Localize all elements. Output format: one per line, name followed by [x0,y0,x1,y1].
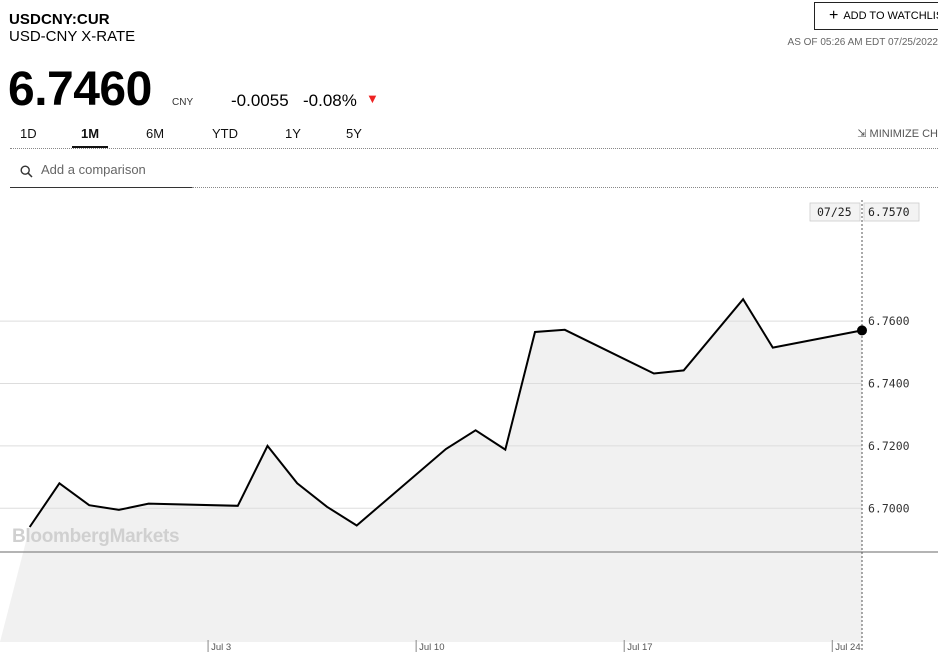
tab-label: 1Y [285,126,301,141]
add-to-watchlist-label: ADD TO WATCHLIS [843,10,938,22]
tab-5y[interactable]: 5Y [337,124,371,148]
tab-6m[interactable]: 6M [137,124,173,148]
comparison-divider [192,187,938,188]
down-triangle-icon: ▼ [366,91,379,106]
tab-1y[interactable]: 1Y [276,124,310,148]
tab-1d[interactable]: 1D [11,124,46,148]
tab-1m[interactable]: 1M [72,124,109,148]
add-to-watchlist-button[interactable]: + ADD TO WATCHLIS [814,2,938,30]
x-tick-label: Jul 10 [419,642,444,653]
tab-ytd[interactable]: YTD [203,124,247,148]
cursor-marker [857,325,867,336]
tab-label: YTD [212,126,238,141]
ticker-symbol: USDCNY:CUR [9,11,110,28]
price-change: -0.0055 [231,91,289,110]
tab-label: 1D [20,126,37,141]
comparison-input[interactable] [41,162,181,177]
minimize-chart-button[interactable]: ⇲ MINIMIZE CH [857,124,938,144]
tab-label: 1M [81,126,100,141]
price-unit: CNY [172,97,194,108]
y-tick-label: 6.7600 [868,314,910,328]
plus-icon: + [829,7,839,24]
comparison-search[interactable] [10,152,192,188]
price-change-percent: -0.08% [303,91,357,110]
x-tick-label: Jul 3 [211,642,231,653]
search-icon [20,165,33,178]
y-tick-label: 6.7000 [868,501,910,515]
cursor-date-label: 07/25 [817,205,852,219]
area-fill [0,299,862,642]
tab-label: 5Y [346,126,362,141]
x-tick-label: Jul 24 [835,642,860,653]
price-chart[interactable]: 6.7000 6.7200 6.7400 6.7600 07/25 6.7570 Jul 3… [0,190,938,664]
cursor-value-label: 6.7570 [868,205,910,219]
bloomberg-watermark: BloombergMarkets [12,526,180,547]
tab-label: 6M [146,126,165,141]
x-tick-label: Jul 17 [627,642,652,653]
time-range-tabs: 1D 1M 6M YTD 1Y 5Y ⇲ MINIMIZE CH [0,124,938,148]
last-price: 6.7460 [8,63,152,116]
minimize-icon: ⇲ [857,128,867,140]
minimize-chart-label: MINIMIZE CH [869,128,938,140]
y-tick-label: 6.7200 [868,439,910,453]
as-of-timestamp: AS OF 05:26 AM EDT 07/25/2022 [787,37,938,48]
tabs-divider [10,148,938,149]
y-tick-label: 6.7400 [868,376,910,390]
instrument-name: USD-CNY X-RATE [9,28,136,45]
